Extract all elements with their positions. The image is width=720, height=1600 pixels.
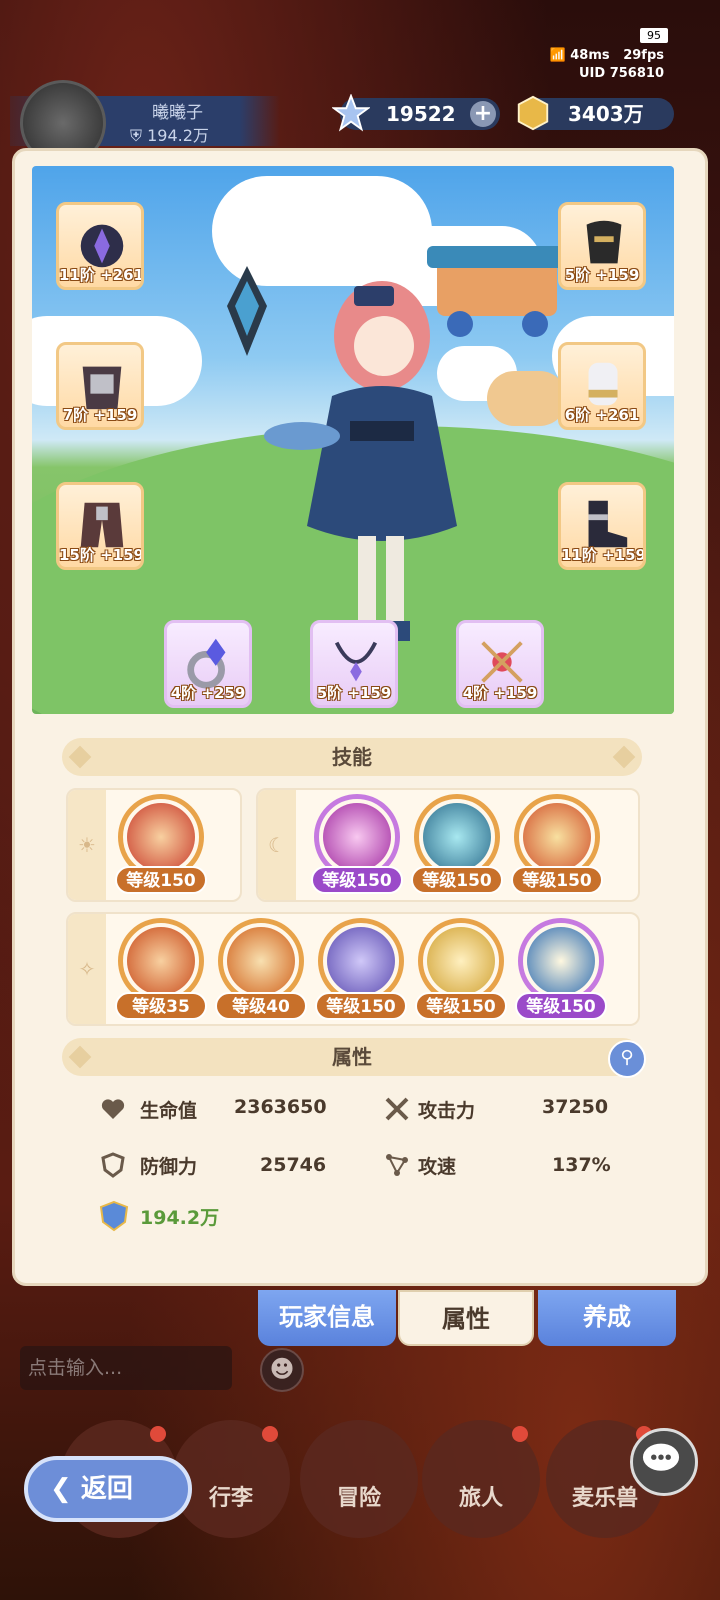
equip-slot-necklace[interactable]: 5阶 +159 <box>310 620 398 708</box>
skill-level: 等级150 <box>115 866 207 894</box>
equip-slot-gauntlet[interactable]: 6阶 +261 <box>558 342 646 430</box>
equip-slot-helmet[interactable]: 11阶 +261 <box>56 202 144 290</box>
back-button[interactable]: ❮ 返回 <box>24 1456 192 1522</box>
skill-level: 等级150 <box>311 866 403 894</box>
add-stars-button[interactable]: + <box>470 101 496 127</box>
player-power: ⛨ 194.2万 <box>130 126 209 145</box>
tab-attributes[interactable]: 属性 <box>398 1290 534 1346</box>
moon-icon: ☾ <box>258 790 296 900</box>
skill-level: 等级150 <box>515 992 607 1020</box>
wifi-icon: 📶 <box>549 48 566 63</box>
chat-bubble-icon[interactable] <box>630 1428 698 1496</box>
attributes-title: 属性 <box>332 1045 372 1069</box>
attack-speed-value: 137% <box>552 1154 611 1176</box>
ping-value: 48ms <box>570 48 610 63</box>
skill-level: 等级150 <box>411 866 503 894</box>
magnifier-icon[interactable]: ⚲ <box>608 1040 646 1078</box>
coin-currency: 3403万 <box>517 95 674 131</box>
equip-slot-mask[interactable]: 5阶 +159 <box>558 202 646 290</box>
combat-power-value: 194.2万 <box>140 1207 220 1229</box>
uid-value: 756810 <box>609 66 664 81</box>
equip-slot-armor[interactable]: 7阶 +159 <box>56 342 144 430</box>
fps-value: 29fps <box>623 48 664 63</box>
skills-section-header: 技能 <box>62 738 642 776</box>
back-arrow-icon: ❮ <box>50 1474 72 1504</box>
attributes-section-header: 属性 ⚲ <box>62 1038 646 1078</box>
skill-level: 等级40 <box>215 992 307 1020</box>
tab-upgrade[interactable]: 养成 <box>538 1290 676 1346</box>
tab-player-info[interactable]: 玩家信息 <box>258 1290 396 1346</box>
battery-indicator: 95 <box>640 28 668 43</box>
star-icon <box>332 94 370 132</box>
hp-label: 生命值 <box>140 1100 198 1122</box>
skill-level: 等级150 <box>315 992 407 1020</box>
crystal-pet <box>227 266 267 356</box>
shield-icon <box>101 1152 125 1178</box>
skill-level: 等级150 <box>415 992 507 1020</box>
heart-icon <box>101 1099 125 1119</box>
player-name: 曦曦子 <box>152 103 203 123</box>
equip-slot-boots[interactable]: 11阶 +159 <box>558 482 646 570</box>
sun-icon: ☀ <box>68 790 106 900</box>
chat-input[interactable]: 点击输入... <box>20 1346 232 1390</box>
sparkle-icon: ✧ <box>68 914 106 1024</box>
attack-label: 攻击力 <box>418 1100 476 1122</box>
equip-slot-ring[interactable]: 4阶 +259 <box>164 620 252 708</box>
nav-travelers[interactable]: 旅人 <box>422 1420 540 1538</box>
skill-level: 等级35 <box>115 992 207 1020</box>
emoji-icon[interactable]: ☻ <box>260 1348 304 1392</box>
power-badge-icon <box>99 1200 129 1232</box>
crossed-swords-icon <box>385 1097 409 1121</box>
network-stats: 📶 48ms 29fps <box>550 48 664 63</box>
nav-adventure[interactable]: 冒险 <box>300 1420 418 1538</box>
defense-value: 25746 <box>260 1154 327 1176</box>
attack-speed-icon <box>386 1154 408 1176</box>
skill-level: 等级150 <box>511 866 603 894</box>
attack-speed-label: 攻速 <box>418 1156 457 1178</box>
equip-slot-charm[interactable]: 4阶 +159 <box>456 620 544 708</box>
coin-icon <box>517 95 549 131</box>
defense-label: 防御力 <box>140 1156 198 1178</box>
star-currency: 19522 + <box>332 94 500 132</box>
equip-slot-pants[interactable]: 15阶 +159 <box>56 482 144 570</box>
skills-title: 技能 <box>332 745 372 769</box>
hp-value: 2363650 <box>234 1096 327 1118</box>
uid-row: UID 756810 <box>579 66 664 81</box>
attack-value: 37250 <box>542 1096 609 1118</box>
